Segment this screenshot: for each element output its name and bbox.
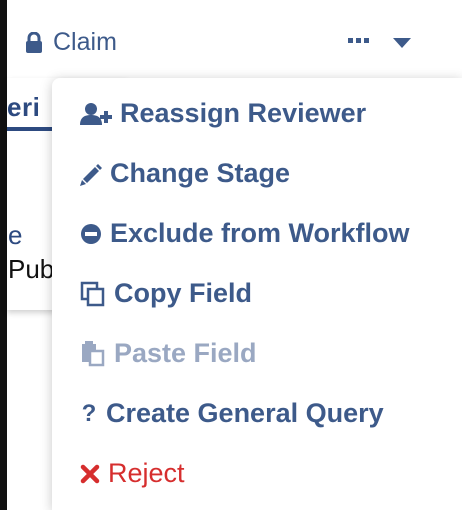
close-icon bbox=[80, 464, 100, 484]
window-frame-edge bbox=[0, 0, 7, 510]
menu-item-label: Paste Field bbox=[114, 338, 257, 368]
menu-item-label: Change Stage bbox=[110, 158, 291, 188]
menu-item-label: Create General Query bbox=[106, 398, 384, 428]
minus-circle-icon bbox=[80, 223, 102, 245]
more-options-icon[interactable] bbox=[347, 34, 371, 46]
menu-item-label: Exclude from Workflow bbox=[110, 218, 410, 248]
question-icon: ? bbox=[81, 399, 97, 427]
caret-down-icon[interactable] bbox=[391, 36, 413, 50]
background-tab-label: eri bbox=[7, 92, 41, 122]
user-plus-icon bbox=[80, 102, 112, 126]
lock-icon bbox=[25, 31, 43, 54]
background-tab-underline bbox=[7, 127, 53, 131]
menu-item-create-general-query[interactable]: ? Create General Query bbox=[80, 398, 384, 429]
menu-item-reject[interactable]: Reject bbox=[80, 458, 185, 489]
claim-button[interactable]: Claim bbox=[25, 28, 117, 57]
header-bar: Claim bbox=[7, 0, 462, 72]
pencil-icon bbox=[80, 162, 102, 186]
background-text: Pub bbox=[8, 254, 55, 284]
menu-item-paste-field: Paste Field bbox=[80, 338, 257, 369]
menu-item-change-stage[interactable]: Change Stage bbox=[80, 158, 290, 189]
menu-item-reassign-reviewer[interactable]: Reassign Reviewer bbox=[80, 98, 366, 129]
menu-item-label: Reject bbox=[108, 458, 185, 488]
menu-item-label: Copy Field bbox=[114, 278, 253, 308]
dropdown-menu: Reassign Reviewer Change Stage Exclude f… bbox=[52, 78, 462, 510]
menu-item-copy-field[interactable]: Copy Field bbox=[80, 278, 252, 309]
copy-icon bbox=[80, 281, 106, 307]
menu-item-label: Reassign Reviewer bbox=[120, 98, 367, 128]
paste-icon bbox=[80, 340, 106, 367]
claim-label: Claim bbox=[53, 28, 117, 56]
background-text: e bbox=[8, 220, 23, 250]
menu-item-exclude-from-workflow[interactable]: Exclude from Workflow bbox=[80, 218, 410, 249]
